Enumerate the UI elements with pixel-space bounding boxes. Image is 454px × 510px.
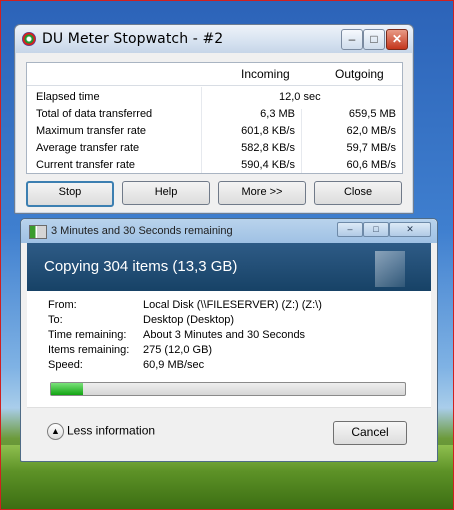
incoming-value: 590,4 KB/s — [241, 159, 295, 171]
du-meter-window: DU Meter Stopwatch - #2 – □ ✕ Incoming O… — [14, 24, 414, 214]
info-value: Local Disk (\\FILESERVER) (Z:) (Z:\) — [143, 299, 322, 311]
info-label: Speed: — [48, 359, 83, 371]
close-icon: ✕ — [406, 224, 414, 234]
info-label: To: — [48, 314, 63, 326]
du-meter-title: DU Meter Stopwatch - #2 — [42, 31, 224, 47]
outgoing-value: 659,5 MB — [348, 108, 396, 120]
copy-footer: ▲ Less information Cancel — [27, 407, 431, 456]
du-meter-icon — [22, 32, 36, 46]
row-label: Current transfer rate — [36, 159, 136, 171]
table-row: Elapsed time 12,0 sec — [27, 89, 402, 106]
row-label: Maximum transfer rate — [36, 125, 147, 137]
maximize-button[interactable]: □ — [363, 29, 385, 50]
copy-progress-bar — [50, 382, 406, 396]
copy-details: From: Local Disk (\\FILESERVER) (Z:) (Z:… — [27, 291, 431, 407]
info-label: Items remaining: — [48, 344, 130, 356]
copy-header-banner: Copying 304 items (13,3 GB) — [27, 243, 431, 291]
incoming-header: Incoming — [241, 67, 290, 81]
info-label: Time remaining: — [48, 329, 127, 341]
folder-decoration-icon — [375, 251, 405, 287]
info-label: From: — [48, 299, 77, 311]
minimize-icon: – — [347, 224, 353, 234]
maximize-button[interactable]: □ — [363, 222, 389, 237]
minimize-icon: – — [348, 32, 356, 46]
incoming-value: 6,3 MB — [260, 108, 295, 120]
outgoing-value: 59,7 MB/s — [346, 142, 396, 154]
minimize-button[interactable]: – — [337, 222, 363, 237]
incoming-value: 601,8 KB/s — [241, 125, 295, 137]
table-header: Incoming Outgoing — [27, 63, 402, 86]
stop-button[interactable]: Stop — [26, 181, 114, 207]
close-icon: ✕ — [391, 32, 403, 46]
outgoing-value: 62,0 MB/s — [346, 125, 396, 137]
row-label: Total of data transferred — [36, 108, 153, 120]
info-value: About 3 Minutes and 30 Seconds — [143, 329, 306, 341]
maximize-icon: □ — [370, 32, 378, 46]
elapsed-value: 12,0 sec — [279, 91, 321, 103]
less-information-button[interactable]: ▲ Less information — [47, 423, 155, 440]
close-button[interactable]: ✕ — [389, 222, 431, 237]
help-button[interactable]: Help — [122, 181, 210, 205]
row-label: Elapsed time — [36, 91, 100, 103]
du-meter-titlebar[interactable]: DU Meter Stopwatch - #2 – □ ✕ — [15, 25, 413, 53]
chevron-up-icon: ▲ — [47, 423, 64, 440]
progress-fill — [51, 383, 83, 395]
stopwatch-table: Incoming Outgoing Elapsed time 12,0 sec … — [26, 62, 403, 174]
info-value: Desktop (Desktop) — [143, 314, 235, 326]
minimize-button[interactable]: – — [341, 29, 363, 50]
close-button[interactable]: ✕ — [386, 29, 408, 50]
maximize-icon: □ — [373, 224, 379, 234]
info-value: 60,9 MB/sec — [143, 359, 205, 371]
cancel-button[interactable]: Cancel — [333, 421, 407, 445]
incoming-value: 582,8 KB/s — [241, 142, 295, 154]
table-row: Current transfer rate 590,4 KB/s 60,6 MB… — [27, 157, 402, 174]
table-row: Maximum transfer rate 601,8 KB/s 62,0 MB… — [27, 123, 402, 140]
outgoing-value: 60,6 MB/s — [346, 159, 396, 171]
copy-header-text: Copying 304 items (13,3 GB) — [44, 258, 238, 275]
outgoing-header: Outgoing — [335, 67, 384, 81]
copy-icon — [29, 225, 47, 239]
more-button[interactable]: More >> — [218, 181, 306, 205]
info-value: 275 (12,0 GB) — [143, 344, 213, 356]
table-row: Total of data transferred 6,3 MB 659,5 M… — [27, 106, 402, 123]
copy-progress-window: 3 Minutes and 30 Seconds remaining – □ ✕… — [20, 218, 438, 462]
row-label: Average transfer rate — [36, 142, 140, 154]
table-row: Average transfer rate 582,8 KB/s 59,7 MB… — [27, 140, 402, 157]
copy-title: 3 Minutes and 30 Seconds remaining — [51, 225, 233, 237]
copy-titlebar[interactable]: 3 Minutes and 30 Seconds remaining – □ ✕ — [21, 219, 437, 243]
less-information-label: Less information — [67, 423, 156, 438]
close-dialog-button[interactable]: Close — [314, 181, 402, 205]
